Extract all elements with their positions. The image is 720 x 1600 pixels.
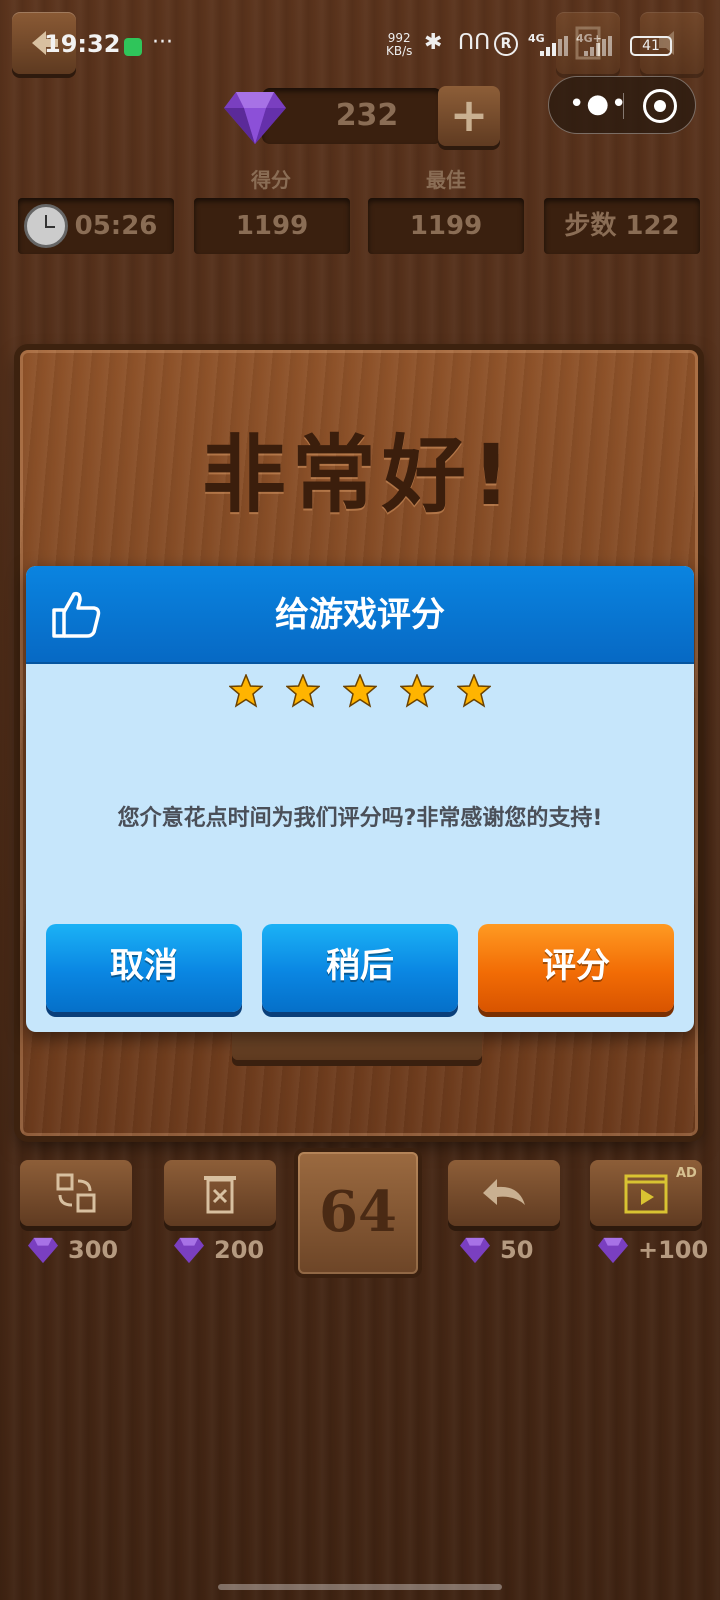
home-indicator[interactable]	[218, 1584, 502, 1590]
dialog-title: 给游戏评分	[275, 595, 445, 635]
star-icon[interactable]	[343, 674, 377, 708]
star-icon[interactable]	[457, 674, 492, 708]
later-button[interactable]: 稍后	[262, 924, 458, 1012]
rating-stars	[26, 674, 694, 712]
rate-game-dialog: 给游戏评分 您介意花点时间为我们评分吗?非常感谢您的支持! 取消 稍后 评分	[26, 566, 694, 1032]
star-icon[interactable]	[400, 674, 435, 708]
star-icon[interactable]	[228, 674, 263, 708]
rate-button[interactable]: 评分	[478, 924, 674, 1012]
dialog-message: 您介意花点时间为我们评分吗?非常感谢您的支持!	[117, 806, 603, 831]
cancel-button[interactable]: 取消	[46, 924, 242, 1012]
star-icon[interactable]	[285, 674, 320, 708]
